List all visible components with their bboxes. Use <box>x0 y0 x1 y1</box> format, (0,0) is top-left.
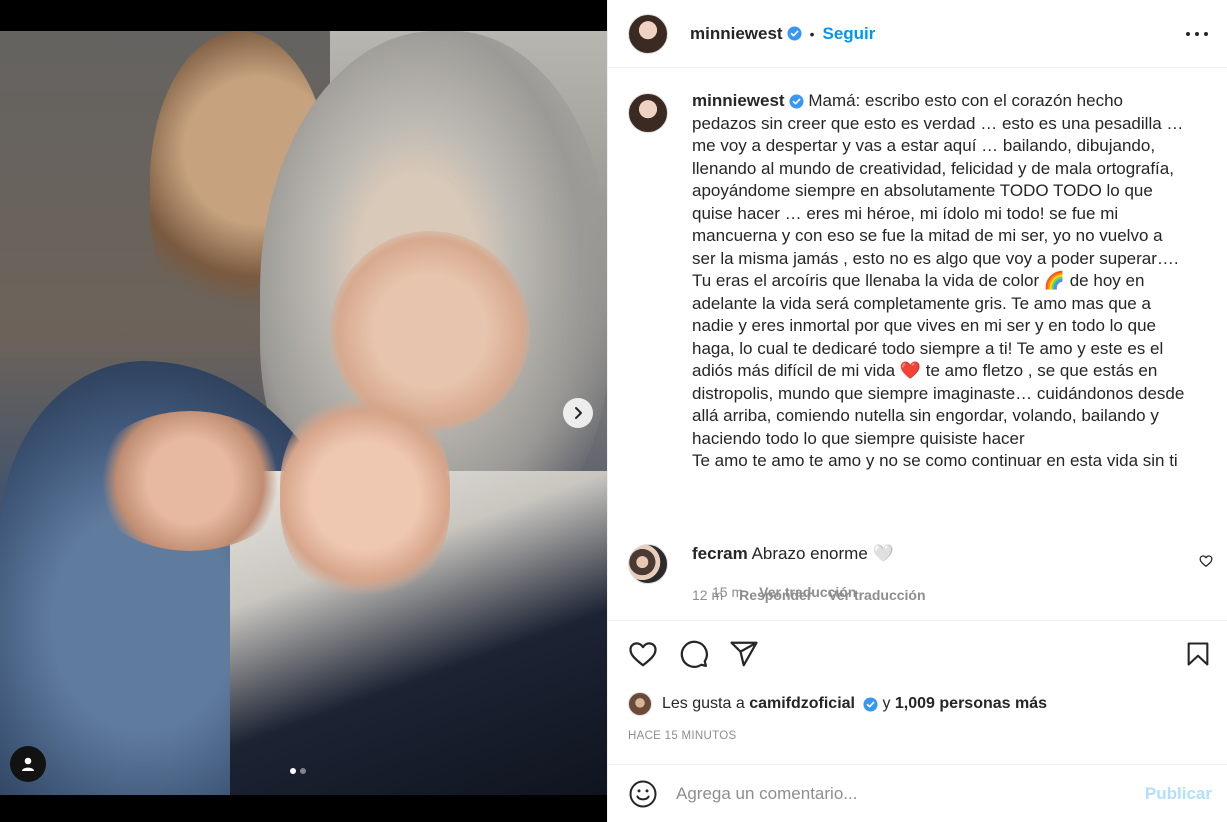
caption-line: Mamá: escribo esto con el corazón hecho <box>808 91 1123 110</box>
post-timestamp: HACE 15 MINUTOS <box>628 730 737 742</box>
user-tag-icon <box>22 757 34 771</box>
heart-icon[interactable] <box>628 639 658 669</box>
caption-line: adiós más difícil de mi vida ❤️ te amo f… <box>692 361 1158 380</box>
tagged-users-button[interactable] <box>10 746 46 782</box>
author-username[interactable]: minniewest <box>690 24 783 44</box>
comment-time: 12 m <box>692 587 724 603</box>
caption-line: llenando al mundo de creatividad, felici… <box>692 158 1174 178</box>
carousel-dot <box>290 768 296 774</box>
reply-button[interactable]: Responder <box>739 587 812 603</box>
comment-meta: 12 m Responder Ver traducción <box>692 587 926 603</box>
post-header: minniewest • Seguir <box>608 0 1227 68</box>
carousel-next-button[interactable] <box>563 398 593 428</box>
comment-text: fecram Abrazo enorme 🤍 <box>692 544 894 564</box>
comment-input[interactable] <box>676 783 1145 804</box>
post-photo[interactable] <box>0 31 607 795</box>
caption-line: haga, lo cual te dedicaré todo siempre a… <box>692 338 1164 358</box>
comment-emoji: 🤍 <box>872 544 894 563</box>
caption-line: nadie y eres inmortal por que vives en m… <box>692 316 1156 335</box>
add-comment-bar: Publicar <box>608 764 1227 822</box>
verified-badge-icon <box>789 94 804 109</box>
avatar[interactable] <box>628 93 668 133</box>
carousel-dot <box>300 768 306 774</box>
more-icon <box>1186 32 1190 36</box>
chevron-right-icon <box>575 407 582 419</box>
caption-line: distropolis, mundo que siempre imaginast… <box>692 383 1185 403</box>
comment-author[interactable]: fecram <box>692 544 748 563</box>
post-media <box>0 0 607 822</box>
caption-line: ser la misma jamás , esto no es algo que… <box>692 248 1179 268</box>
likes-others-link[interactable]: 1,009 personas más <box>895 695 1047 713</box>
caption-line: mancuerna y con eso se fue la mitad de m… <box>692 226 1163 245</box>
post-details-panel: minniewest • Seguir minniewest Mamá: esc… <box>607 0 1227 822</box>
comment-icon[interactable] <box>679 639 709 669</box>
avatar[interactable] <box>628 692 652 716</box>
likes-summary: Les gusta a camifdzoficial y 1,009 perso… <box>628 692 1047 716</box>
more-options-button[interactable] <box>1186 24 1208 44</box>
comment-translate-link[interactable]: Ver traducción <box>828 587 925 603</box>
caption-line: quise hacer … eres mi héroe, mi ídolo mi… <box>692 203 1119 223</box>
caption-line: Te amo te amo te amo y no se como contin… <box>692 451 1178 470</box>
likes-prefix: Les gusta a <box>662 695 745 712</box>
carousel-indicator <box>290 768 306 774</box>
verified-badge-icon <box>863 696 878 712</box>
caption-line: Tu eras el arcoíris que llenaba la vida … <box>692 271 1145 290</box>
bookmark-icon[interactable] <box>1184 639 1212 669</box>
post-actions <box>608 620 1227 690</box>
separator-dot: • <box>809 25 815 42</box>
emoji-icon[interactable] <box>628 779 658 809</box>
follow-button[interactable]: Seguir <box>823 24 876 44</box>
verified-badge-icon <box>787 26 802 41</box>
caption-line: apoyándome siempre en absolutamente TODO… <box>692 181 1153 200</box>
caption-line: pedazos sin creer que esto es verdad … e… <box>692 113 1184 133</box>
caption-line: adelante la vida será completamente gris… <box>692 293 1151 313</box>
publish-button[interactable]: Publicar <box>1145 784 1212 804</box>
avatar[interactable] <box>628 13 668 54</box>
comment-like-heart-icon[interactable] <box>1199 554 1213 568</box>
likes-connector: y <box>882 695 891 712</box>
avatar[interactable] <box>628 544 668 584</box>
comment-body: Abrazo enorme <box>751 544 868 563</box>
share-icon[interactable] <box>729 639 759 669</box>
caption-line: allá arriba, comiendo nutella sin engord… <box>692 406 1159 425</box>
caption-line: me voy a despertar y vas a estar aquí … … <box>692 136 1156 155</box>
caption-line: haciendo todo lo que siempre quisiste ha… <box>692 428 1025 448</box>
caption-text: minniewest Mamá: escribo esto con el cor… <box>692 90 1212 473</box>
liker-username[interactable]: camifdzoficial <box>749 695 855 713</box>
caption-author[interactable]: minniewest <box>692 91 785 110</box>
